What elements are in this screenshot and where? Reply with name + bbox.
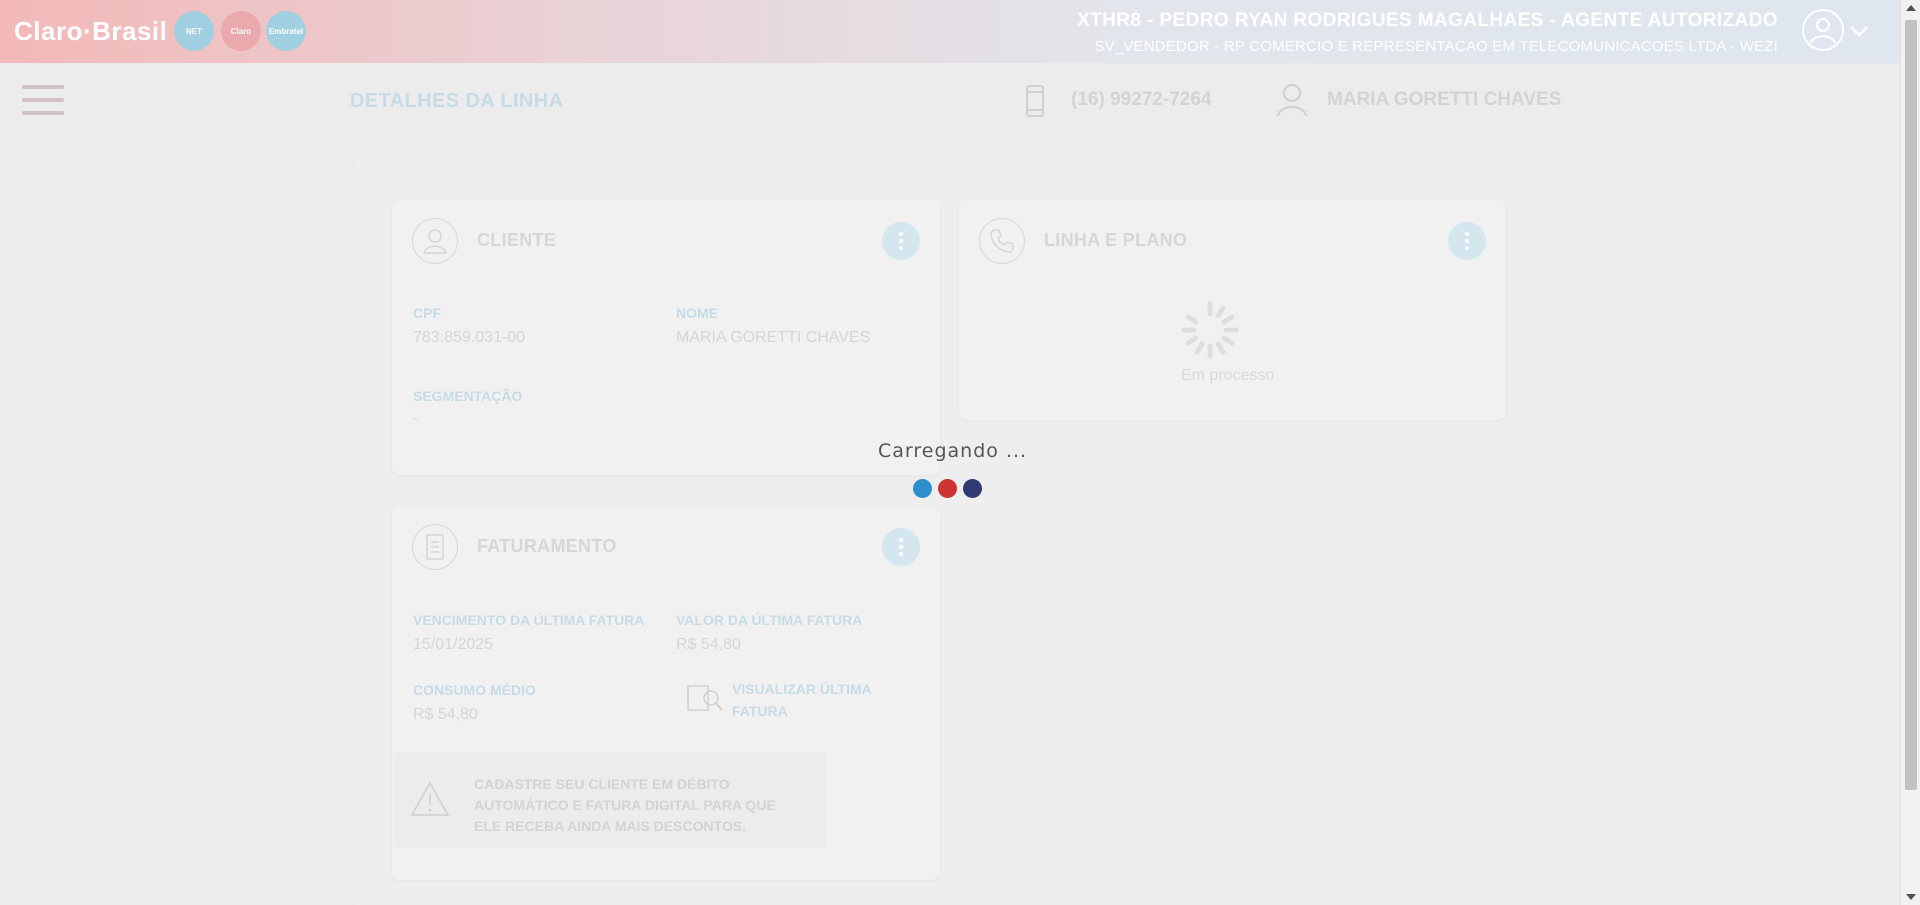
faturamento-card: FATURAMENTO VENCIMENTO DA ÚLTIMA FATURA …: [392, 506, 940, 880]
loading-dot: [913, 479, 932, 498]
embratel-badge-icon[interactable]: Embratel: [266, 11, 306, 51]
net-badge-icon[interactable]: NET: [174, 11, 214, 51]
segmentacao-label: SEGMENTAÇÃO: [413, 388, 523, 404]
cliente-card: CLIENTE CPF 783.859.031-00 NOME MARIA GO…: [392, 200, 940, 475]
faturamento-more-options-icon[interactable]: [882, 528, 920, 566]
loading-dot: [938, 479, 957, 498]
hamburger-menu-icon[interactable]: [22, 85, 64, 121]
view-invoice-search-icon[interactable]: [685, 682, 725, 716]
agent-name: XTHR8 - PEDRO RYAN RODRIGUES MAGALHAES -…: [1077, 10, 1778, 31]
top-bar: Claro·Brasil NET Claro Embratel XTHR8 - …: [0, 0, 1900, 63]
agent-company: SV_VENDEDOR - RP COMERCIO E REPRESENTACA…: [1094, 38, 1778, 55]
invoice-icon: [412, 524, 458, 570]
loading-spinner-icon: [1181, 301, 1239, 359]
warning-text: CADASTRE SEU CLIENTE EM DÉBITO AUTOMÁTIC…: [474, 776, 776, 834]
chevron-down-icon[interactable]: [1848, 20, 1870, 42]
line-phone-number: (16) 99272-7264: [1071, 89, 1212, 110]
linha-plano-title: LINHA E PLANO: [1044, 230, 1188, 250]
user-icon: [1277, 84, 1307, 117]
valor-label: VALOR DA ÚLTIMA FATURA: [676, 612, 863, 628]
nome-label: NOME: [676, 305, 718, 321]
cliente-more-options-icon[interactable]: [882, 222, 920, 260]
linha-plano-card: LINHA E PLANO Em processo: [959, 200, 1506, 420]
valor-value: R$ 54,80: [676, 636, 741, 653]
linha-more-options-icon[interactable]: [1448, 222, 1486, 260]
scroll-up-arrow-icon[interactable]: [1906, 5, 1916, 11]
nome-value: MARIA GORETTI CHAVES: [676, 329, 871, 346]
view-last-invoice-link[interactable]: VISUALIZAR ÚLTIMA FATURA: [732, 678, 892, 722]
scrollbar-thumb[interactable]: [1905, 20, 1917, 790]
cliente-title: CLIENTE: [477, 230, 557, 250]
agent-info: XTHR8 - PEDRO RYAN RODRIGUES MAGALHAES -…: [1077, 10, 1778, 55]
cpf-value: 783.859.031-00: [413, 329, 526, 346]
mobile-phone-icon: [1026, 85, 1044, 117]
customer-name: MARIA GORETTI CHAVES: [1327, 89, 1562, 110]
faturamento-title: FATURAMENTO: [477, 536, 617, 556]
claro-brasil-logo[interactable]: Claro·Brasil: [14, 16, 167, 47]
vencimento-value: 15/01/2025: [413, 636, 494, 653]
scroll-down-arrow-icon[interactable]: [1906, 894, 1916, 900]
phone-handset-icon: [979, 218, 1025, 264]
consumo-label: CONSUMO MÉDIO: [413, 682, 536, 698]
vencimento-label: VENCIMENTO DA ÚLTIMA FATURA: [413, 612, 645, 628]
warning-icon: [410, 781, 450, 816]
claro-badge-icon[interactable]: Claro: [221, 11, 261, 51]
user-avatar-icon[interactable]: [1802, 9, 1844, 51]
vertical-scrollbar[interactable]: [1900, 0, 1920, 905]
segmentacao-value: -: [413, 410, 419, 427]
consumo-value: R$ 54,80: [413, 706, 478, 723]
page-title: DETALHES DA LINHA: [350, 90, 564, 112]
person-icon: [412, 218, 458, 264]
loading-text: Carregando ...: [878, 440, 1028, 462]
cpf-label: CPF: [413, 305, 441, 321]
warning-box: CADASTRE SEU CLIENTE EM DÉBITO AUTOMÁTIC…: [394, 752, 826, 848]
loading-dot: [963, 479, 982, 498]
processing-text: Em processo: [1181, 367, 1275, 384]
